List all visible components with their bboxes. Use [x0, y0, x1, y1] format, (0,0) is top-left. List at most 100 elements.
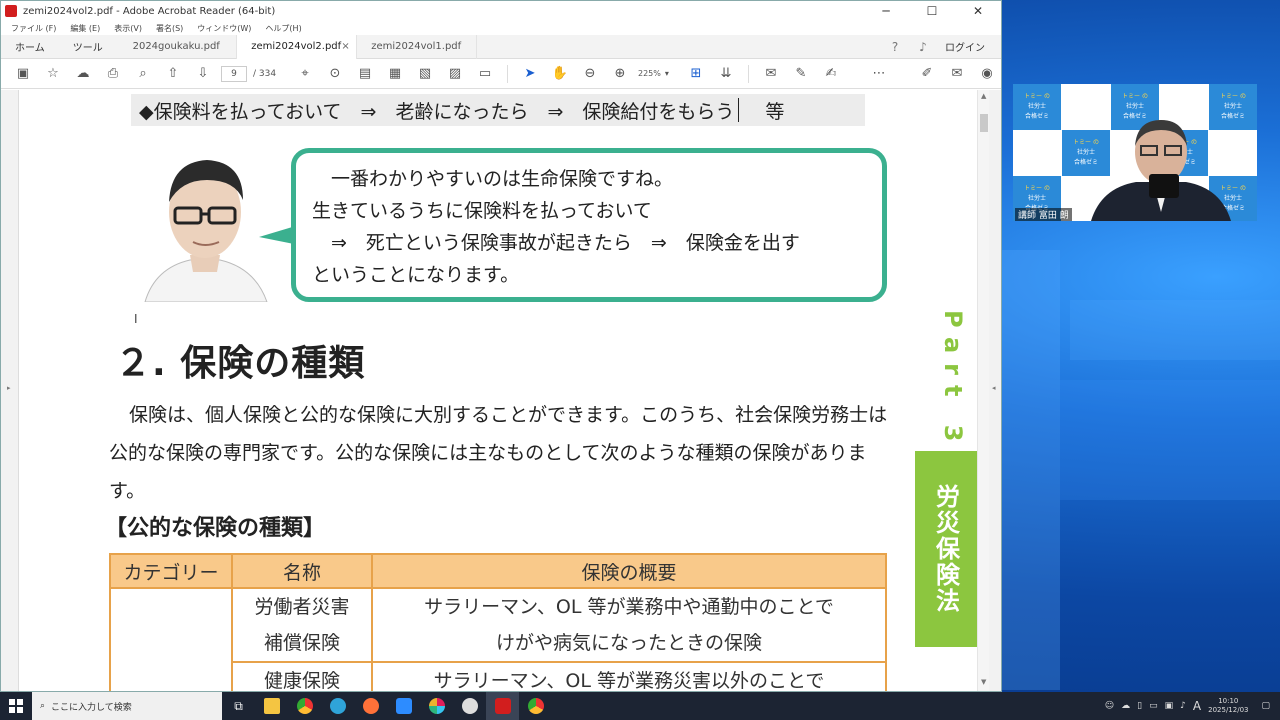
- usb-icon[interactable]: ▯: [1137, 701, 1142, 711]
- upload-cloud-icon[interactable]: ☁: [71, 62, 95, 86]
- fill-sign-icon[interactable]: ✐: [915, 62, 939, 86]
- network-icon[interactable]: ▭: [1149, 701, 1158, 711]
- fit-page-icon[interactable]: ⊞: [684, 62, 708, 86]
- page-down-icon[interactable]: ⇩: [191, 62, 215, 86]
- highlight-pen-icon[interactable]: ✎: [789, 62, 813, 86]
- slack-icon[interactable]: [420, 692, 453, 720]
- vertical-scrollbar[interactable]: ▲ ▼: [977, 90, 989, 691]
- zoom-in-icon[interactable]: ⊕: [608, 62, 632, 86]
- presenter-video: [1091, 120, 1231, 221]
- menu-help[interactable]: ヘルプ(H): [265, 23, 301, 34]
- name-cell: 労働者災害 補償保険: [231, 587, 373, 663]
- save-icon[interactable]: ▣: [11, 62, 35, 86]
- menu-view[interactable]: 表示(V): [114, 23, 142, 34]
- webcam-overlay: トミー の社労士 合格ゼミ トミー の社労士 合格ゼミ トミー の社労士 合格ゼミ ト…: [1013, 84, 1257, 221]
- text-cursor: [738, 98, 740, 122]
- bookmark-star-icon[interactable]: ☆: [41, 62, 65, 86]
- edge-icon[interactable]: [321, 692, 354, 720]
- part-label: Part 3: [939, 310, 967, 452]
- tab-home[interactable]: ホーム: [1, 39, 59, 54]
- menu-edit[interactable]: 編集 (E): [70, 23, 100, 34]
- bubble-line: ということになります。: [312, 264, 520, 286]
- document-area: ▸ ◆保険料を払っておいて ⇒ 老齢になったら ⇒ 保険給付をもらう 等 一番わか…: [1, 90, 1001, 691]
- acrobat-taskbar-icon[interactable]: [486, 692, 519, 720]
- bubble-line: ⇒ 死亡という保険事故が起きたら ⇒ 保険金を出す: [312, 232, 800, 254]
- bubble-line: 一番わかりやすいのは生命保険ですね。: [312, 168, 674, 190]
- tab-close-icon[interactable]: ×: [341, 41, 349, 52]
- windows-start-button[interactable]: [0, 692, 32, 720]
- ime-indicator[interactable]: A: [1193, 699, 1201, 713]
- page-top-line: ◆保険料を払っておいて ⇒ 老齢になったら ⇒ 保険給付をもらう 等: [131, 94, 865, 126]
- zoom-out-icon[interactable]: ⊖: [578, 62, 602, 86]
- pointer-icon[interactable]: ➤: [518, 62, 542, 86]
- menu-sign[interactable]: 署名(S): [156, 23, 183, 34]
- col-header-name: 名称: [231, 553, 373, 589]
- search-placeholder: ここに入力して検索: [51, 702, 132, 713]
- page-up-icon[interactable]: ⇧: [161, 62, 185, 86]
- login-button[interactable]: ログイン: [937, 39, 1001, 54]
- tab-zemi2024vol1[interactable]: zemi2024vol1.pdf: [357, 34, 477, 59]
- category-cell: [109, 587, 233, 691]
- print-icon[interactable]: ⎙: [101, 62, 125, 86]
- scroll-down-icon[interactable]: ▼: [981, 678, 986, 686]
- zoom-app-icon[interactable]: [387, 692, 420, 720]
- tab-2024goukaku[interactable]: 2024goukaku.pdf: [117, 34, 237, 59]
- chrome-icon[interactable]: [288, 692, 321, 720]
- page-fit-icon[interactable]: ▤: [353, 62, 377, 86]
- speech-bubble: 一番わかりやすいのは生命保険ですね。 生きているうちに保険料を払っておいて ⇒ …: [291, 148, 887, 302]
- taskbar-search-box[interactable]: ⌕ ここに入力して検索: [32, 692, 222, 720]
- summary-line: サラリーマン、OL 等が業務災害以外のことで: [433, 670, 825, 691]
- comment-icon[interactable]: ✉: [759, 62, 783, 86]
- scrollbar-thumb[interactable]: [980, 114, 988, 132]
- cursor-select-icon[interactable]: ⌖: [293, 62, 317, 86]
- zoom-select[interactable]: 225% ▾: [638, 69, 678, 78]
- printer-alt-icon[interactable]: ▭: [473, 62, 497, 86]
- close-button[interactable]: ✕: [955, 1, 1001, 21]
- volume-icon[interactable]: ♪: [1180, 701, 1186, 711]
- summary-cell: サラリーマン、OL 等が業務中や通勤中のことで けがや病気になったときの保険: [371, 587, 887, 663]
- zoom-tool-icon[interactable]: ⊙: [323, 62, 347, 86]
- display-icon[interactable]: ▣: [1165, 701, 1174, 711]
- task-view-icon[interactable]: ⧉: [222, 692, 255, 720]
- windows-logo-icon: [9, 699, 23, 713]
- file-explorer-icon[interactable]: [255, 692, 288, 720]
- tab-zemi2024vol2[interactable]: zemi2024vol2.pdf ×: [236, 34, 357, 59]
- help-icon[interactable]: ?: [881, 40, 909, 54]
- maximize-button[interactable]: ☐: [909, 1, 955, 21]
- tab-tools[interactable]: ツール: [59, 39, 117, 54]
- col-header-category: カテゴリー: [109, 553, 233, 589]
- obs-icon[interactable]: [453, 692, 486, 720]
- search-icon[interactable]: ⌕: [131, 62, 155, 86]
- chrome-alt-icon[interactable]: [519, 692, 552, 720]
- notification-bell-icon[interactable]: ♪: [909, 40, 937, 54]
- more-tools-icon[interactable]: ⋯: [867, 62, 891, 86]
- name-line: 補償保険: [263, 632, 340, 654]
- notification-center-icon[interactable]: ▢: [1261, 701, 1270, 711]
- onedrive-cloud-icon[interactable]: ☁: [1121, 701, 1130, 711]
- name-line: 健康保険: [263, 670, 340, 691]
- scroll-up-icon[interactable]: ▲: [981, 92, 986, 100]
- menu-bar: ファイル (F) 編集 (E) 表示(V) 署名(S) ウィンドウ(W) ヘルプ…: [1, 21, 1001, 35]
- menu-file[interactable]: ファイル (F): [11, 23, 56, 34]
- system-clock[interactable]: 10:10 2025/12/03: [1208, 697, 1248, 715]
- hand-tool-icon[interactable]: ✋: [548, 62, 572, 86]
- minimize-button[interactable]: ─: [863, 1, 909, 21]
- sign-icon[interactable]: ✍: [819, 62, 843, 86]
- summary-cell: サラリーマン、OL 等が業務災害以外のことで: [371, 661, 887, 691]
- left-panel-collapse[interactable]: ▸: [1, 90, 19, 691]
- people-icon[interactable]: ☺: [1105, 701, 1114, 711]
- email-icon[interactable]: ✉: [945, 62, 969, 86]
- summary-line: サラリーマン、OL 等が業務中や通勤中のことで: [424, 596, 834, 618]
- right-panel-collapse[interactable]: ◂: [989, 90, 1001, 691]
- image-icon[interactable]: ▨: [443, 62, 467, 86]
- export-pdf-icon[interactable]: ▧: [413, 62, 437, 86]
- account-icon[interactable]: ◉: [975, 62, 999, 86]
- system-tray: ☺ ☁ ▯ ▭ ▣ ♪ A 10:10 2025/12/03 ▢: [1105, 697, 1280, 715]
- firefox-icon[interactable]: [354, 692, 387, 720]
- scroll-mode-icon[interactable]: ⇊: [714, 62, 738, 86]
- ibeam-cursor-icon: I: [134, 312, 138, 326]
- menu-window[interactable]: ウィンドウ(W): [197, 23, 251, 34]
- scan-icon[interactable]: ▦: [383, 62, 407, 86]
- tab-label: 2024goukaku.pdf: [132, 41, 220, 52]
- page-number-input[interactable]: 9: [221, 65, 247, 82]
